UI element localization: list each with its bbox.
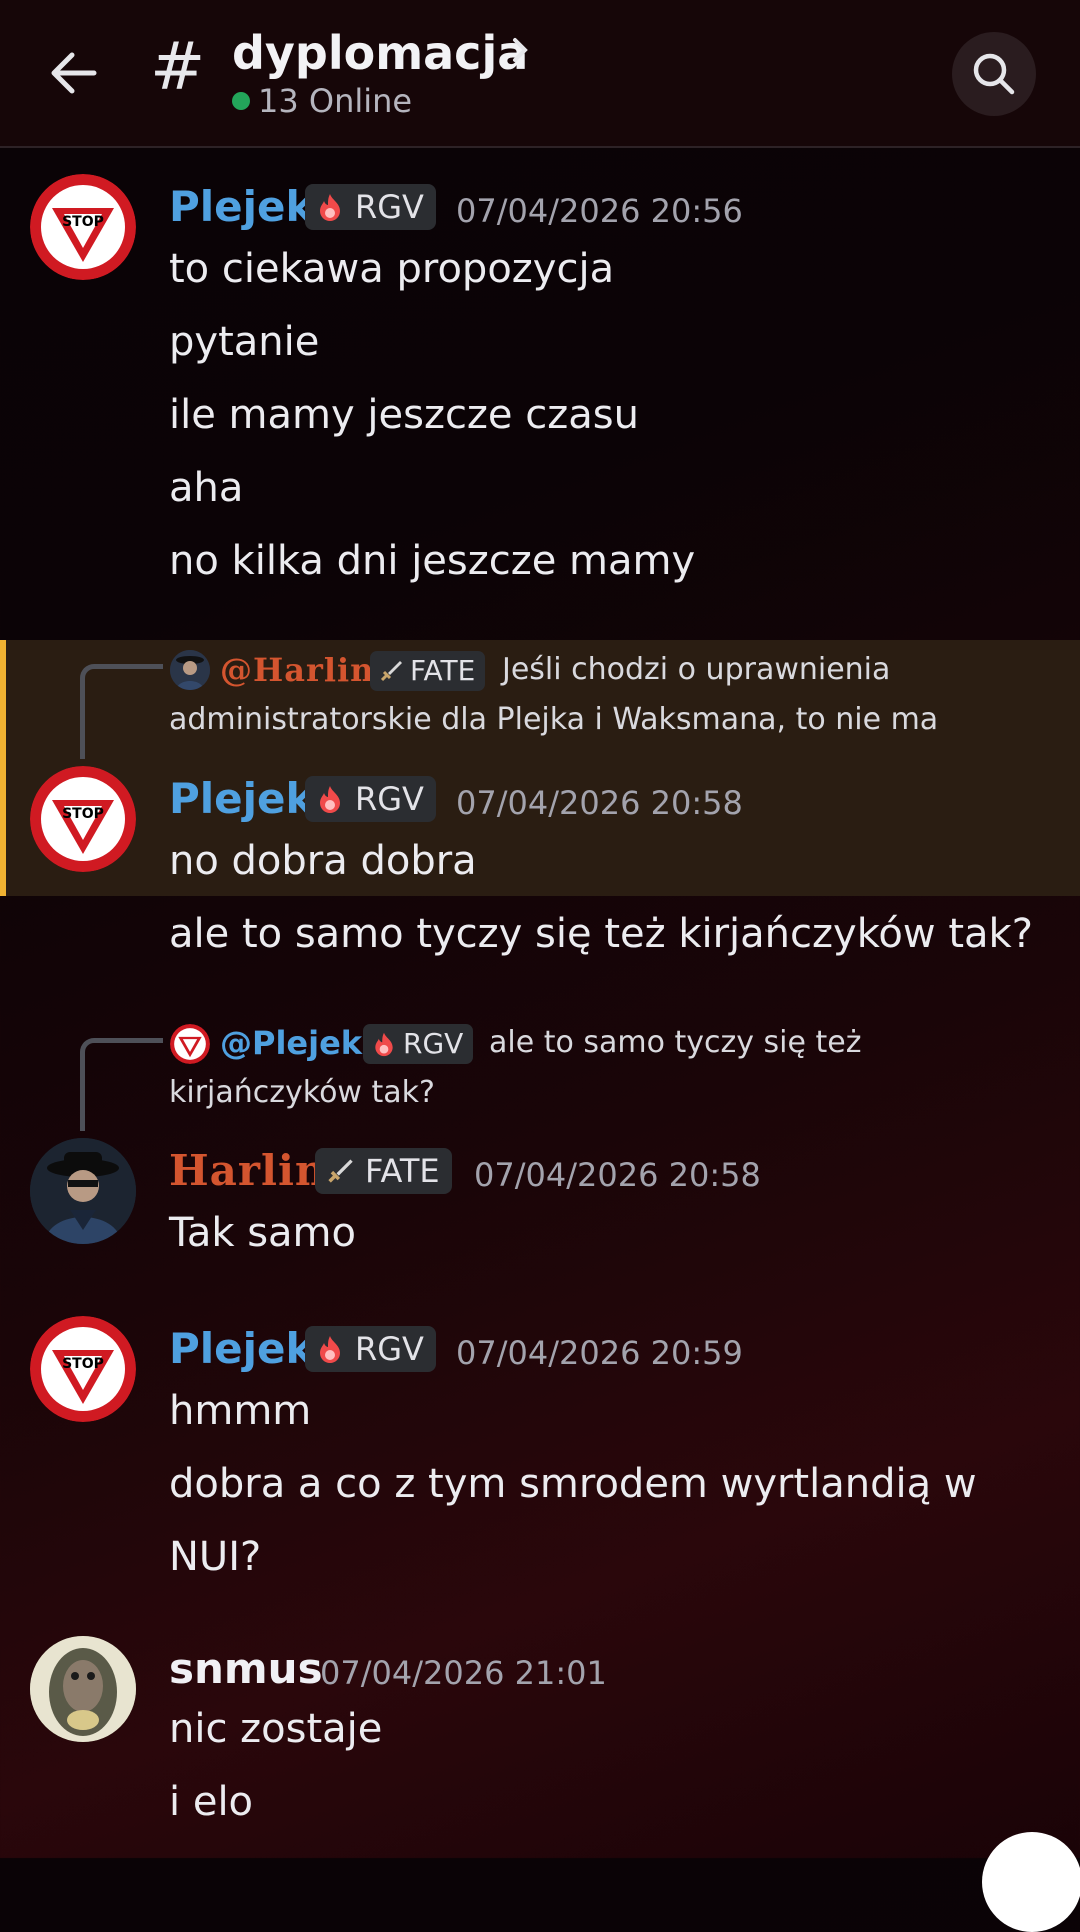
svg-text:STOP: STOP [62, 806, 104, 822]
role-tag[interactable]: RGV [305, 1326, 436, 1372]
role-tag-label: RGV [355, 1330, 424, 1368]
role-tag[interactable]: FATE [315, 1148, 452, 1194]
online-dot-icon [232, 92, 250, 110]
reply-avatar[interactable] [170, 650, 210, 690]
svg-text:STOP: STOP [62, 1356, 104, 1372]
message-line: ale to samo tyczy się też kirjańczyków t… [169, 911, 1033, 957]
author-name[interactable]: Plejek [169, 1324, 313, 1373]
reply-role-tag-label: RGV [403, 1027, 464, 1060]
role-tag-label: RGV [355, 188, 424, 226]
message-line: i elo [169, 1779, 254, 1825]
timestamp: 07/04/2026 21:01 [320, 1654, 607, 1692]
reply-snippet[interactable]: ale to samo tyczy się też [489, 1025, 861, 1060]
message-line: ile mamy jeszcze czasu [169, 392, 639, 438]
scroll-to-bottom-button[interactable] [982, 1832, 1080, 1932]
author-name[interactable]: Plejek [169, 182, 313, 231]
author-name[interactable]: Plejek [169, 774, 313, 823]
search-icon [973, 53, 1015, 95]
flame-icon [320, 194, 340, 221]
reply-author[interactable]: @Plejek [220, 1024, 362, 1062]
message-line: aha [169, 465, 244, 511]
timestamp: 07/04/2026 20:59 [456, 1334, 743, 1372]
message-line: nic zostaje [169, 1706, 383, 1752]
back-arrow-icon[interactable] [46, 45, 102, 101]
avatar-harlin[interactable] [30, 1138, 136, 1244]
author-name[interactable]: Harlin [169, 1146, 326, 1195]
reply-role-tag[interactable]: RGV [363, 1024, 474, 1064]
timestamp: 07/04/2026 20:58 [474, 1156, 761, 1194]
message-line: to ciekawa propozycja [169, 246, 615, 292]
message-line: hmmm [169, 1388, 312, 1434]
channel-header: # dyplomacja 13 Online [0, 0, 1080, 148]
avatar-plejek[interactable]: STOP [30, 766, 136, 872]
harlin-avatar-icon [170, 650, 210, 690]
message-line: Tak samo [169, 1210, 356, 1256]
reply-author[interactable]: @Harlin [220, 651, 374, 689]
channel-name[interactable]: dyplomacja [232, 26, 528, 80]
reply-snippet[interactable]: administratorskie dla Plejka i Waksmana,… [169, 702, 938, 737]
message-line: no kilka dni jeszcze mamy [169, 538, 696, 584]
avatar-snmus[interactable] [30, 1636, 136, 1742]
harlin-avatar-icon [30, 1138, 136, 1244]
svg-text:STOP: STOP [62, 214, 104, 230]
reply-connector [80, 664, 163, 759]
flame-icon [320, 1336, 340, 1363]
hash-icon: # [150, 28, 206, 105]
message-line: dobra a co z tym smrodem wyrtlandią w [169, 1461, 977, 1507]
avatar-plejek[interactable]: STOP [30, 1316, 136, 1422]
reply-role-tag-label: FATE [410, 654, 476, 687]
reply-snippet[interactable]: kirjańczyków tak? [169, 1075, 435, 1110]
author-name[interactable]: snmus [169, 1644, 323, 1693]
flame-icon [320, 786, 340, 813]
timestamp: 07/04/2026 20:58 [456, 784, 743, 822]
flame-icon [375, 1032, 393, 1057]
monkey-avatar-icon [30, 1636, 136, 1742]
message-line: pytanie [169, 319, 320, 365]
message-line: no dobra dobra [169, 838, 477, 884]
stop-sign-avatar: STOP [30, 766, 136, 872]
chevron-right-icon[interactable] [510, 36, 532, 64]
timestamp: 07/04/2026 20:56 [456, 192, 743, 230]
stop-sign-avatar: STOP [30, 174, 136, 280]
stop-sign-avatar [170, 1024, 210, 1064]
sword-icon [328, 1159, 353, 1183]
online-label: 13 Online [258, 82, 413, 120]
avatar-plejek[interactable]: STOP [30, 174, 136, 280]
message-line: NUI? [169, 1534, 262, 1580]
role-tag-label: FATE [365, 1152, 440, 1190]
role-tag[interactable]: RGV [305, 184, 436, 230]
reply-role-tag[interactable]: FATE [370, 651, 486, 691]
stop-sign-avatar: STOP [30, 1316, 136, 1422]
reply-snippet[interactable]: Jeśli chodzi o uprawnienia [502, 652, 890, 687]
role-tag[interactable]: RGV [305, 776, 436, 822]
search-button[interactable] [952, 32, 1036, 116]
reply-avatar[interactable] [170, 1024, 210, 1064]
online-count: 13 Online [232, 82, 412, 120]
role-tag-label: RGV [355, 780, 424, 818]
reply-connector [80, 1038, 163, 1131]
sword-icon [380, 661, 402, 682]
